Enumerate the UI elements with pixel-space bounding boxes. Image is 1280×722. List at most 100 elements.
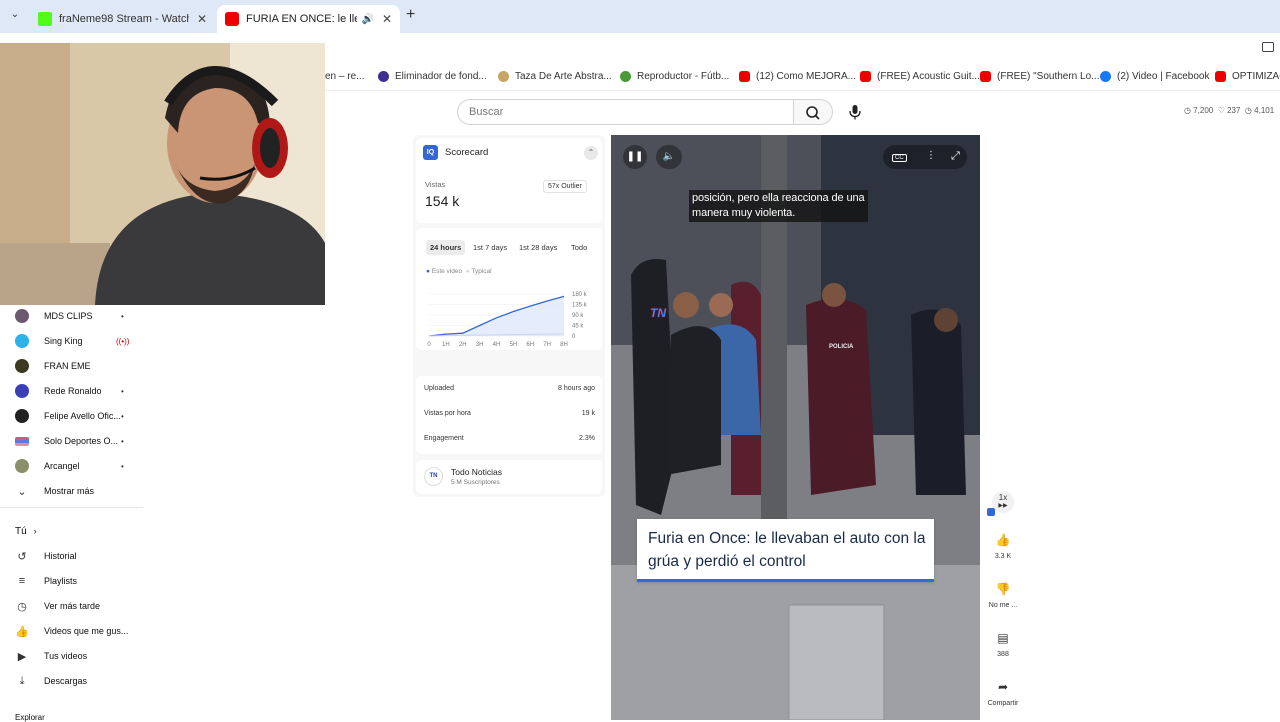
volume-icon: 🔈 bbox=[662, 151, 676, 162]
outlier-badge: 57x Outlier bbox=[543, 180, 587, 193]
new-content-dot: • bbox=[121, 461, 124, 471]
bookmark-item[interactable]: (2) Video | Facebook bbox=[1100, 71, 1209, 82]
chart-y-tick: 0 bbox=[572, 334, 576, 340]
speaker-icon[interactable]: 🔊 bbox=[361, 14, 373, 25]
pause-icon: ❚❚ bbox=[626, 151, 644, 162]
subscription-item[interactable]: Rede Ronaldo • bbox=[15, 381, 140, 401]
channel-avatar bbox=[15, 384, 29, 398]
browser-tab-strip: ⌄ fraNeme98 Stream - Watch Live ✕ FURIA … bbox=[0, 0, 1280, 33]
fullscreen-icon[interactable]: ⤢ bbox=[951, 150, 960, 163]
views-label: Vistas bbox=[425, 180, 446, 189]
stat-row-engagement: Engagement 2.3% bbox=[424, 435, 595, 442]
new-content-dot: • bbox=[121, 411, 124, 421]
stat-value: 2.3% bbox=[579, 435, 595, 442]
chart-y-tick: 45 k bbox=[572, 324, 584, 330]
tab-all[interactable]: Todo bbox=[567, 240, 591, 255]
pause-button[interactable]: ❚❚ bbox=[623, 145, 647, 169]
channel-avatar bbox=[15, 409, 29, 423]
sidebar-item-your-videos[interactable]: ▶ Tus videos bbox=[15, 646, 140, 666]
voice-search-button[interactable] bbox=[843, 100, 867, 124]
close-tab-icon[interactable]: ✕ bbox=[382, 12, 392, 26]
close-tab-icon[interactable]: ✕ bbox=[197, 12, 207, 26]
stat-value: 8 hours ago bbox=[558, 385, 595, 392]
sidebar-item-playlists[interactable]: ≡ Playlists bbox=[15, 571, 140, 591]
like-icon: ♡ bbox=[1217, 106, 1225, 115]
chart-y-tick: 135 k bbox=[572, 303, 588, 309]
new-content-dot: • bbox=[121, 386, 124, 396]
sidebar-item-downloads[interactable]: ⤓ Descargas bbox=[15, 671, 140, 691]
search-button[interactable] bbox=[793, 99, 833, 125]
bookmark-favicon-icon bbox=[620, 71, 631, 82]
share-label: Compartir bbox=[987, 700, 1019, 707]
video-player[interactable] bbox=[611, 135, 980, 720]
bookmark-item[interactable]: Taza De Arte Abstra... bbox=[498, 71, 612, 82]
subscription-item[interactable]: FRAN EME bbox=[15, 356, 140, 376]
share-button[interactable]: ➦ Compartir bbox=[983, 676, 1023, 707]
sidebar-item-liked-videos[interactable]: 👍 Videos que me gus... bbox=[15, 621, 140, 641]
subscription-item[interactable]: Sing King ((•)) bbox=[15, 331, 140, 351]
youtube-favicon-icon bbox=[1215, 71, 1226, 82]
tab-7-days[interactable]: 1st 7 days bbox=[469, 240, 511, 255]
bookmark-item[interactable]: (FREE) "Southern Lo... bbox=[980, 71, 1099, 82]
webcam-overlay bbox=[0, 43, 325, 305]
chevron-down-icon: ⌄ bbox=[17, 485, 27, 498]
you-section-heading[interactable]: Tú › bbox=[15, 521, 140, 541]
volume-button[interactable]: 🔈 bbox=[656, 145, 682, 169]
browser-tab-stream[interactable]: fraNeme98 Stream - Watch Live ✕ bbox=[30, 5, 215, 33]
subscription-item[interactable]: Felipe Avello Ofic... • bbox=[15, 406, 140, 426]
extension-stats: ◷ 7,200 ♡ 237 ◷ 4,101 bbox=[1184, 106, 1275, 115]
views-value: 154 k bbox=[425, 193, 460, 209]
channel-avatar bbox=[15, 436, 29, 446]
captions-button[interactable]: CC bbox=[892, 154, 907, 162]
stat-row-uploaded: Uploaded 8 hours ago bbox=[424, 385, 595, 392]
search-input[interactable] bbox=[458, 100, 794, 124]
scorecard-title: Scorecard bbox=[445, 147, 489, 158]
bookmark-item[interactable]: (12) Como MEJORA... bbox=[739, 71, 856, 82]
bookmark-item[interactable]: Reproductor - Fútb... bbox=[620, 71, 729, 82]
new-tab-button[interactable]: + bbox=[406, 6, 415, 24]
like-button[interactable]: 👍 3.3 K bbox=[988, 529, 1018, 560]
stat-value: 19 k bbox=[581, 410, 595, 417]
video-subtitles: posición, pero ella reacciona de una man… bbox=[689, 190, 868, 222]
youtube-favicon-icon bbox=[225, 12, 239, 26]
clock-icon: ◷ bbox=[17, 600, 27, 613]
channel-card[interactable] bbox=[416, 460, 602, 494]
bookmark-item[interactable]: Eliminador de fond... bbox=[378, 71, 487, 82]
collapse-chevron-icon[interactable]: ⌃ bbox=[584, 146, 598, 160]
comments-button[interactable]: ▤ 388 bbox=[988, 627, 1018, 658]
chart-x-tick: 2H bbox=[459, 342, 467, 348]
youtube-favicon-icon bbox=[860, 71, 871, 82]
chevron-right-icon: › bbox=[33, 526, 37, 536]
bookmark-item[interactable]: (FREE) Acoustic Guit... bbox=[860, 71, 980, 82]
tab-28-days[interactable]: 1st 28 days bbox=[515, 240, 561, 255]
share-icon: ➦ bbox=[997, 680, 1009, 694]
channel-name: Todo Noticias bbox=[451, 467, 503, 477]
facebook-favicon-icon bbox=[1100, 71, 1111, 82]
channel-avatar bbox=[15, 359, 29, 373]
browser-tab-youtube[interactable]: FURIA EN ONCE: le llevaban 🔊 ✕ bbox=[217, 5, 400, 33]
subscription-item[interactable]: MDS CLIPS • bbox=[15, 306, 140, 326]
thumb-up-icon: 👍 bbox=[15, 625, 29, 638]
explore-heading: Explorar bbox=[15, 713, 45, 722]
more-options-icon[interactable]: ⋮ bbox=[926, 150, 936, 161]
video-icon: ▶ bbox=[17, 650, 27, 663]
sidebar-item-watch-later[interactable]: ◷ Ver más tarde bbox=[15, 596, 140, 616]
tab-title: FURIA EN ONCE: le llevaban bbox=[246, 13, 358, 25]
bookmark-item[interactable]: en – re... bbox=[325, 71, 364, 82]
legend-dot-icon: ● bbox=[426, 268, 430, 275]
dislike-button[interactable]: 👎 No me ... bbox=[988, 578, 1018, 609]
chart-x-tick: 5H bbox=[510, 342, 518, 348]
subscription-item[interactable]: Solo Deportes O... • bbox=[15, 431, 140, 451]
tab-search-chevron-icon[interactable]: ⌄ bbox=[7, 9, 23, 25]
subscription-item[interactable]: Arcangel • bbox=[15, 456, 140, 476]
bookmark-favicon-icon bbox=[378, 71, 389, 82]
channel-avatar bbox=[15, 334, 29, 348]
bookmark-item[interactable]: OPTIMIZAC bbox=[1215, 71, 1280, 82]
tab-24-hours[interactable]: 24 hours bbox=[426, 240, 466, 255]
cast-icon[interactable] bbox=[1262, 42, 1274, 52]
comments-count: 388 bbox=[997, 651, 1009, 658]
show-more-button[interactable]: ⌄ Mostrar más bbox=[15, 481, 140, 501]
thumb-up-icon: 👍 bbox=[995, 533, 1011, 547]
channel-subscribers: 5 M Suscriptores bbox=[451, 479, 500, 486]
sidebar-item-history[interactable]: ↺ Historial bbox=[15, 546, 140, 566]
